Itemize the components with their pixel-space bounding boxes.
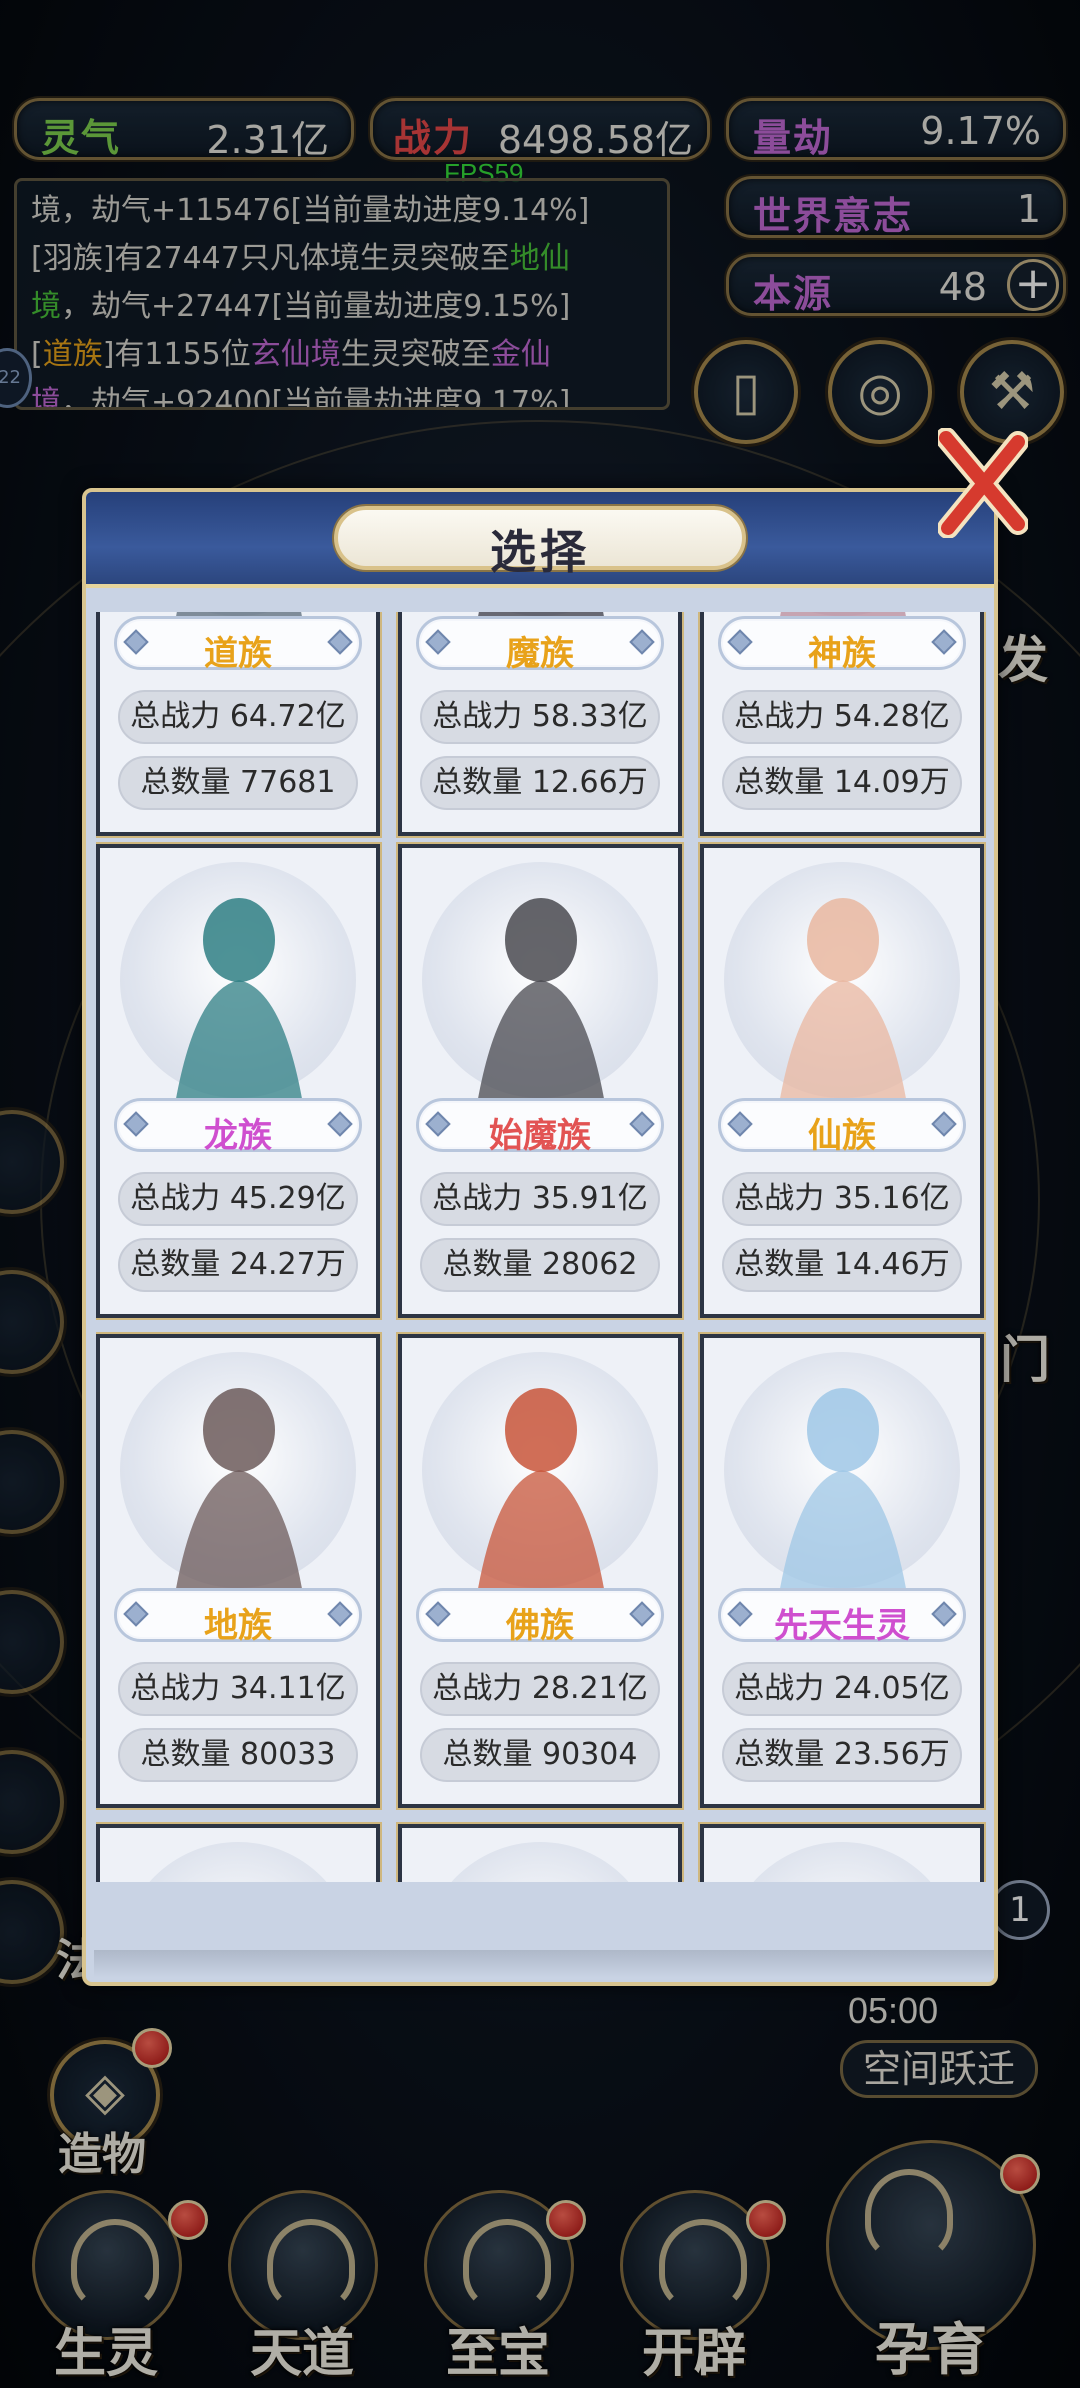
race-name-bar: 仙族 [718,1098,966,1156]
race-name: 地族 [204,1606,272,1646]
total-power: 总战力 35.16亿 [722,1172,962,1226]
close-button[interactable] [935,427,1029,539]
modal-title: 选择 [490,525,590,579]
total-count: 总数量 24.27万 [118,1238,358,1292]
total-count: 总数量 80033 [118,1728,358,1782]
race-grid[interactable]: 道族 总战力 64.72亿 总数量 77681 魔族 总战力 58.33亿 总数量 12.… [96,612,992,1882]
race-name-bar: 神族 [718,616,966,674]
total-count: 总数量 12.66万 [420,756,660,810]
race-name: 神族 [808,634,876,674]
total-power: 总战力 24.05亿 [722,1662,962,1716]
race-name-bar: 龙族 [114,1098,362,1156]
race-name: 道族 [204,634,272,674]
race-portrait-image [778,1388,908,1600]
race-card-partial[interactable] [398,1824,682,1882]
total-count: 总数量 77681 [118,756,358,810]
race-name-bar: 道族 [114,616,362,674]
total-count: 总数量 28062 [420,1238,660,1292]
race-card[interactable]: 始魔族总战力 35.91亿 总数量 28062 [398,844,682,1318]
race-portrait-image [174,898,304,1110]
race-portrait-image [456,1860,626,1882]
race-name: 魔族 [506,634,574,674]
race-portrait-image [174,1388,304,1600]
total-count: 总数量 23.56万 [722,1728,962,1782]
modal-title-plate: 选择 [334,506,746,579]
race-card[interactable]: 仙族总战力 35.16亿 总数量 14.46万 [700,844,984,1318]
race-name-bar: 先天生灵 [718,1588,966,1646]
total-power: 总战力 45.29亿 [118,1172,358,1226]
total-power: 总战力 35.91亿 [420,1172,660,1226]
race-card[interactable]: 龙族总战力 45.29亿 总数量 24.27万 [96,844,380,1318]
race-name: 仙族 [808,1116,876,1156]
race-portrait-image [476,1388,606,1600]
total-power: 总战力 54.28亿 [722,690,962,744]
race-name-bar: 始魔族 [416,1098,664,1156]
race-name-bar: 地族 [114,1588,362,1646]
race-card-partial[interactable] [96,1824,380,1882]
race-name: 始魔族 [489,1116,591,1156]
total-count: 总数量 14.46万 [722,1238,962,1292]
race-card[interactable]: 先天生灵总战力 24.05亿 总数量 23.56万 [700,1334,984,1808]
close-icon [935,427,1029,539]
race-card-partial[interactable] [700,1824,984,1882]
modal-header: 选择 [86,492,994,588]
race-portrait-image [778,898,908,1110]
race-card[interactable]: 地族总战力 34.11亿 总数量 80033 [96,1334,380,1808]
race-portrait-image [758,1860,928,1882]
race-name: 先天生灵 [774,1606,910,1646]
race-name: 龙族 [204,1116,272,1156]
select-modal: 选择 道族 总战力 64.72亿 总数量 77681 魔族 总战力 58.33亿 总数量 … [82,488,998,1986]
total-power: 总战力 34.11亿 [118,1662,358,1716]
total-count: 总数量 14.09万 [722,756,962,810]
total-power: 总战力 58.33亿 [420,690,660,744]
total-power: 总战力 64.72亿 [118,690,358,744]
race-card[interactable]: 佛族总战力 28.21亿 总数量 90304 [398,1334,682,1808]
race-card[interactable]: 魔族总战力 58.33亿 总数量 12.66万 [398,612,682,836]
race-name-bar: 魔族 [416,616,664,674]
total-count: 总数量 90304 [420,1728,660,1782]
race-portrait-image [154,1860,324,1882]
race-card[interactable]: 道族总战力 64.72亿 总数量 77681 [96,612,380,836]
race-portrait-image [476,898,606,1110]
modal-bottom-edge [94,1950,994,1978]
race-name: 佛族 [506,1606,574,1646]
total-power: 总战力 28.21亿 [420,1662,660,1716]
race-name-bar: 佛族 [416,1588,664,1646]
race-card[interactable]: 神族总战力 54.28亿 总数量 14.09万 [700,612,984,836]
